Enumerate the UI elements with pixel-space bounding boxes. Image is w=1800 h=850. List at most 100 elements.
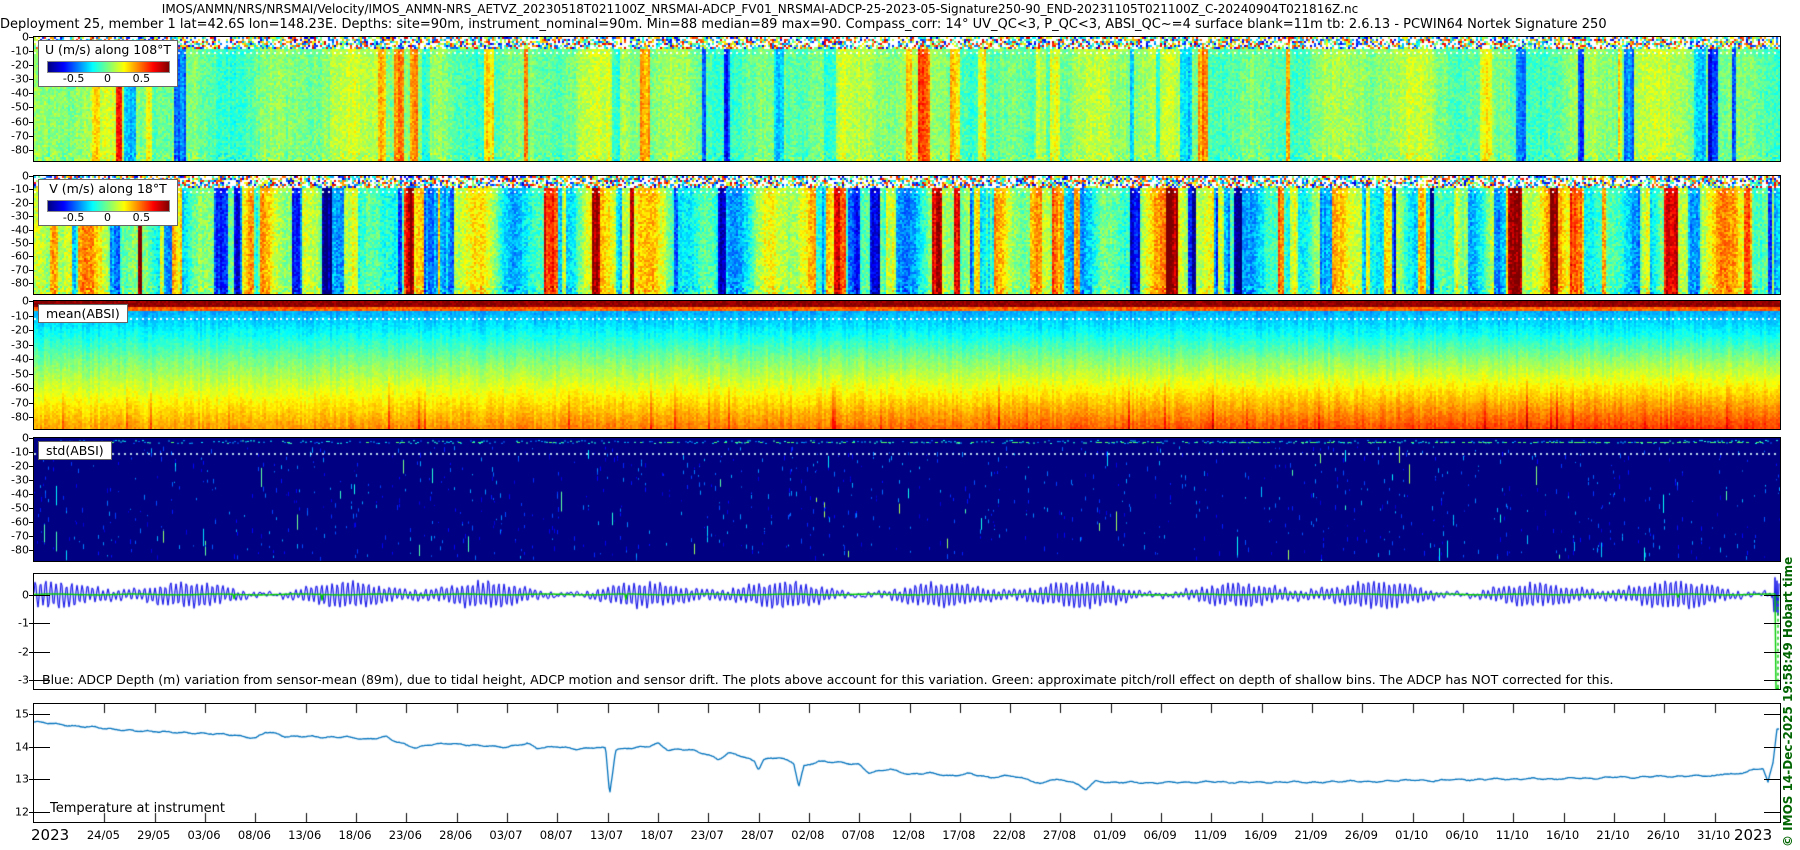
x-tick-label: 01/09	[1093, 828, 1126, 842]
panel-mean-absi: mean(ABSI)	[33, 300, 1781, 430]
year-label-right: 2023	[1734, 826, 1772, 844]
depth-tick-label: -40	[0, 487, 29, 500]
temperature-tick-label: 13	[0, 773, 29, 786]
x-tick-label: 16/09	[1244, 828, 1277, 842]
v-colorbar-legend: V (m/s) along 18°T -0.5 0 0.5	[38, 179, 178, 226]
depth-tick-label: -50	[0, 367, 29, 380]
y-tick-mark	[29, 466, 33, 467]
x-tick-label: 03/06	[187, 828, 220, 842]
y-tick-mark	[29, 301, 33, 302]
y-tick-mark	[29, 623, 33, 624]
y-tick-mark-inner	[1764, 595, 1780, 596]
panel-std-absi: std(ABSI)	[33, 437, 1781, 562]
temperature-tick-label: 15	[0, 707, 29, 720]
depth-tick-label: -70	[0, 263, 29, 276]
x-tick-label: 08/06	[238, 828, 271, 842]
y-tick-mark-inner	[34, 714, 50, 715]
y-tick-mark	[29, 388, 33, 389]
y-tick-mark	[29, 714, 33, 715]
y-tick-mark-inner	[1764, 680, 1780, 681]
x-tick-label: 26/10	[1647, 828, 1680, 842]
depth-variation-tick-label: -1	[0, 617, 29, 630]
y-tick-mark-inner	[1764, 714, 1780, 715]
colorbar-tick-label: -0.5	[63, 72, 84, 85]
x-tick-label: 23/07	[691, 828, 724, 842]
y-tick-mark	[29, 330, 33, 331]
x-tick-label: 18/06	[338, 828, 371, 842]
y-tick-mark-inner	[34, 595, 50, 596]
depth-tick-label: -80	[0, 277, 29, 290]
y-tick-mark	[29, 79, 33, 80]
y-tick-mark	[29, 203, 33, 204]
year-label-left: 2023	[31, 826, 69, 844]
std-absi-label: std(ABSI)	[38, 441, 112, 460]
depth-tick-label: -30	[0, 473, 29, 486]
y-tick-mark-inner	[34, 747, 50, 748]
y-tick-mark	[29, 494, 33, 495]
mean-absi-heatmap	[34, 301, 1780, 429]
y-tick-mark	[29, 243, 33, 244]
y-tick-mark	[29, 51, 33, 52]
y-tick-mark-inner	[1764, 652, 1780, 653]
y-tick-mark	[29, 316, 33, 317]
x-tick-label: 21/09	[1294, 828, 1327, 842]
y-tick-mark-inner	[34, 623, 50, 624]
depth-tick-label: -70	[0, 129, 29, 142]
y-tick-mark	[29, 359, 33, 360]
y-tick-mark	[29, 283, 33, 284]
y-tick-mark	[29, 417, 33, 418]
depth-tick-label: -10	[0, 445, 29, 458]
y-tick-mark-inner	[1764, 812, 1780, 813]
depth-tick-label: -20	[0, 59, 29, 72]
imos-copyright-stamp: © IMOS 14-Dec-2025 19:58:49 Hobart time	[1781, 454, 1795, 847]
y-tick-mark	[29, 150, 33, 151]
u-colorbar-tick-labels: -0.5 0 0.5	[47, 72, 168, 85]
y-tick-mark	[29, 122, 33, 123]
y-tick-mark	[29, 107, 33, 108]
colorbar-tick-label: 0	[104, 211, 111, 224]
figure-title-line1: IMOS/ANMN/NRS/NRSMAI/Velocity/IMOS_ANMN-…	[0, 2, 1520, 16]
x-tick-label: 28/07	[741, 828, 774, 842]
adcp-diagnostics-figure: IMOS/ANMN/NRS/NRSMAI/Velocity/IMOS_ANMN-…	[0, 0, 1800, 850]
y-tick-mark	[29, 189, 33, 190]
x-tick-label: 23/06	[389, 828, 422, 842]
x-tick-label: 24/05	[87, 828, 120, 842]
y-tick-mark-inner	[1764, 747, 1780, 748]
depth-tick-label: 0	[0, 31, 29, 44]
temperature-tick-label: 14	[0, 740, 29, 753]
x-tick-label: 28/06	[439, 828, 472, 842]
y-tick-mark-inner	[1764, 779, 1780, 780]
depth-tick-label: -20	[0, 324, 29, 337]
x-tick-label: 16/10	[1546, 828, 1579, 842]
depth-tick-label: -10	[0, 183, 29, 196]
colorbar-tick-label: -0.5	[63, 211, 84, 224]
depth-tick-label: -30	[0, 210, 29, 223]
depth-tick-label: -80	[0, 411, 29, 424]
colorbar-tick-label: 0.5	[133, 211, 151, 224]
depth-tick-label: -70	[0, 396, 29, 409]
mean-absi-label: mean(ABSI)	[38, 304, 128, 323]
panel-v-velocity: V (m/s) along 18°T -0.5 0 0.5	[33, 175, 1781, 295]
depth-tick-label: -30	[0, 73, 29, 86]
colorbar-tick-label: 0	[104, 72, 111, 85]
u-legend-title: U (m/s) along 108°T	[39, 42, 177, 57]
x-tick-label: 11/10	[1496, 828, 1529, 842]
panel-depth-variation: Blue: ADCP Depth (m) variation from sens…	[33, 573, 1781, 690]
temperature-label: Temperature at instrument	[50, 801, 225, 816]
x-tick-label: 11/09	[1194, 828, 1227, 842]
y-tick-mark	[29, 536, 33, 537]
depth-tick-label: -50	[0, 237, 29, 250]
depth-tick-label: -60	[0, 382, 29, 395]
x-tick-label: 12/08	[892, 828, 925, 842]
depth-tick-label: 0	[0, 432, 29, 445]
depth-variation-annotation: Blue: ADCP Depth (m) variation from sens…	[42, 672, 1614, 687]
y-tick-mark-inner	[34, 812, 50, 813]
depth-tick-label: -40	[0, 87, 29, 100]
x-tick-label: 02/08	[791, 828, 824, 842]
y-tick-mark-inner	[1764, 623, 1780, 624]
depth-variation-tick-label: -2	[0, 645, 29, 658]
x-tick-label: 07/08	[842, 828, 875, 842]
panel-temperature: Temperature at instrument	[33, 703, 1781, 823]
depth-tick-label: -50	[0, 501, 29, 514]
depth-tick-label: -60	[0, 515, 29, 528]
